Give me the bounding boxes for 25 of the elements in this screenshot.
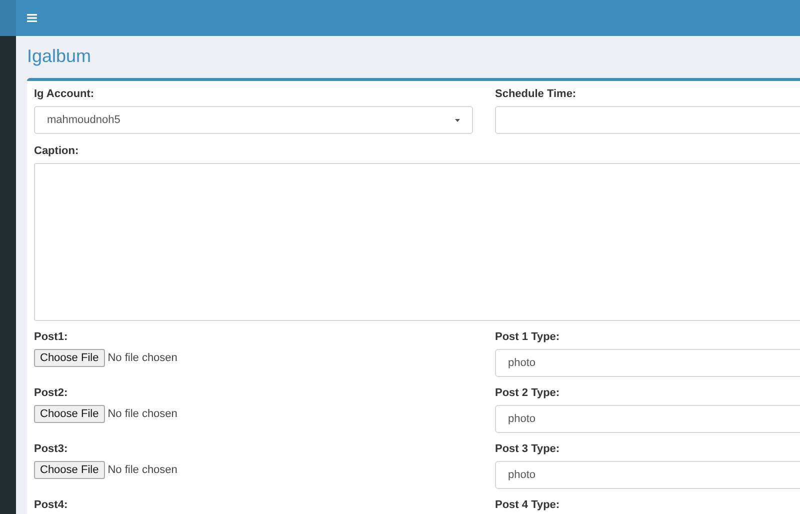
field-label: Post4: [34, 499, 69, 512]
file-status: No file chosen [108, 464, 178, 476]
type-input[interactable]: photo [495, 461, 800, 489]
field-label: Schedule Time: [495, 88, 578, 101]
sidebar-header [0, 0, 16, 36]
caret-icon [455, 118, 460, 122]
account-select[interactable]: mahmoudnoh5 [34, 106, 473, 134]
type-input[interactable]: photo [495, 349, 800, 377]
page-title: Igalbum [27, 45, 92, 67]
field-label: Post 2 Type: [495, 387, 561, 400]
file-status: No file chosen [108, 408, 178, 420]
choose-file-button[interactable]: Choose File [34, 405, 105, 423]
choose-file-button[interactable]: Choose File [34, 461, 105, 479]
field-label: Post1: [34, 331, 69, 344]
field-label: Post2: [34, 387, 69, 400]
field-label: Caption: [34, 145, 80, 158]
field-label: Ig Account: [34, 88, 96, 101]
choose-file-button[interactable]: Choose File [34, 349, 105, 367]
field-label: Post 3 Type: [495, 443, 561, 456]
field-label: Post3: [34, 443, 69, 456]
file-status: No file chosen [108, 352, 178, 364]
field-label: Post 1 Type: [495, 331, 561, 344]
menu-icon[interactable] [27, 14, 37, 22]
field-label: Post 4 Type: [495, 499, 561, 512]
type-input[interactable]: photo [495, 405, 800, 433]
